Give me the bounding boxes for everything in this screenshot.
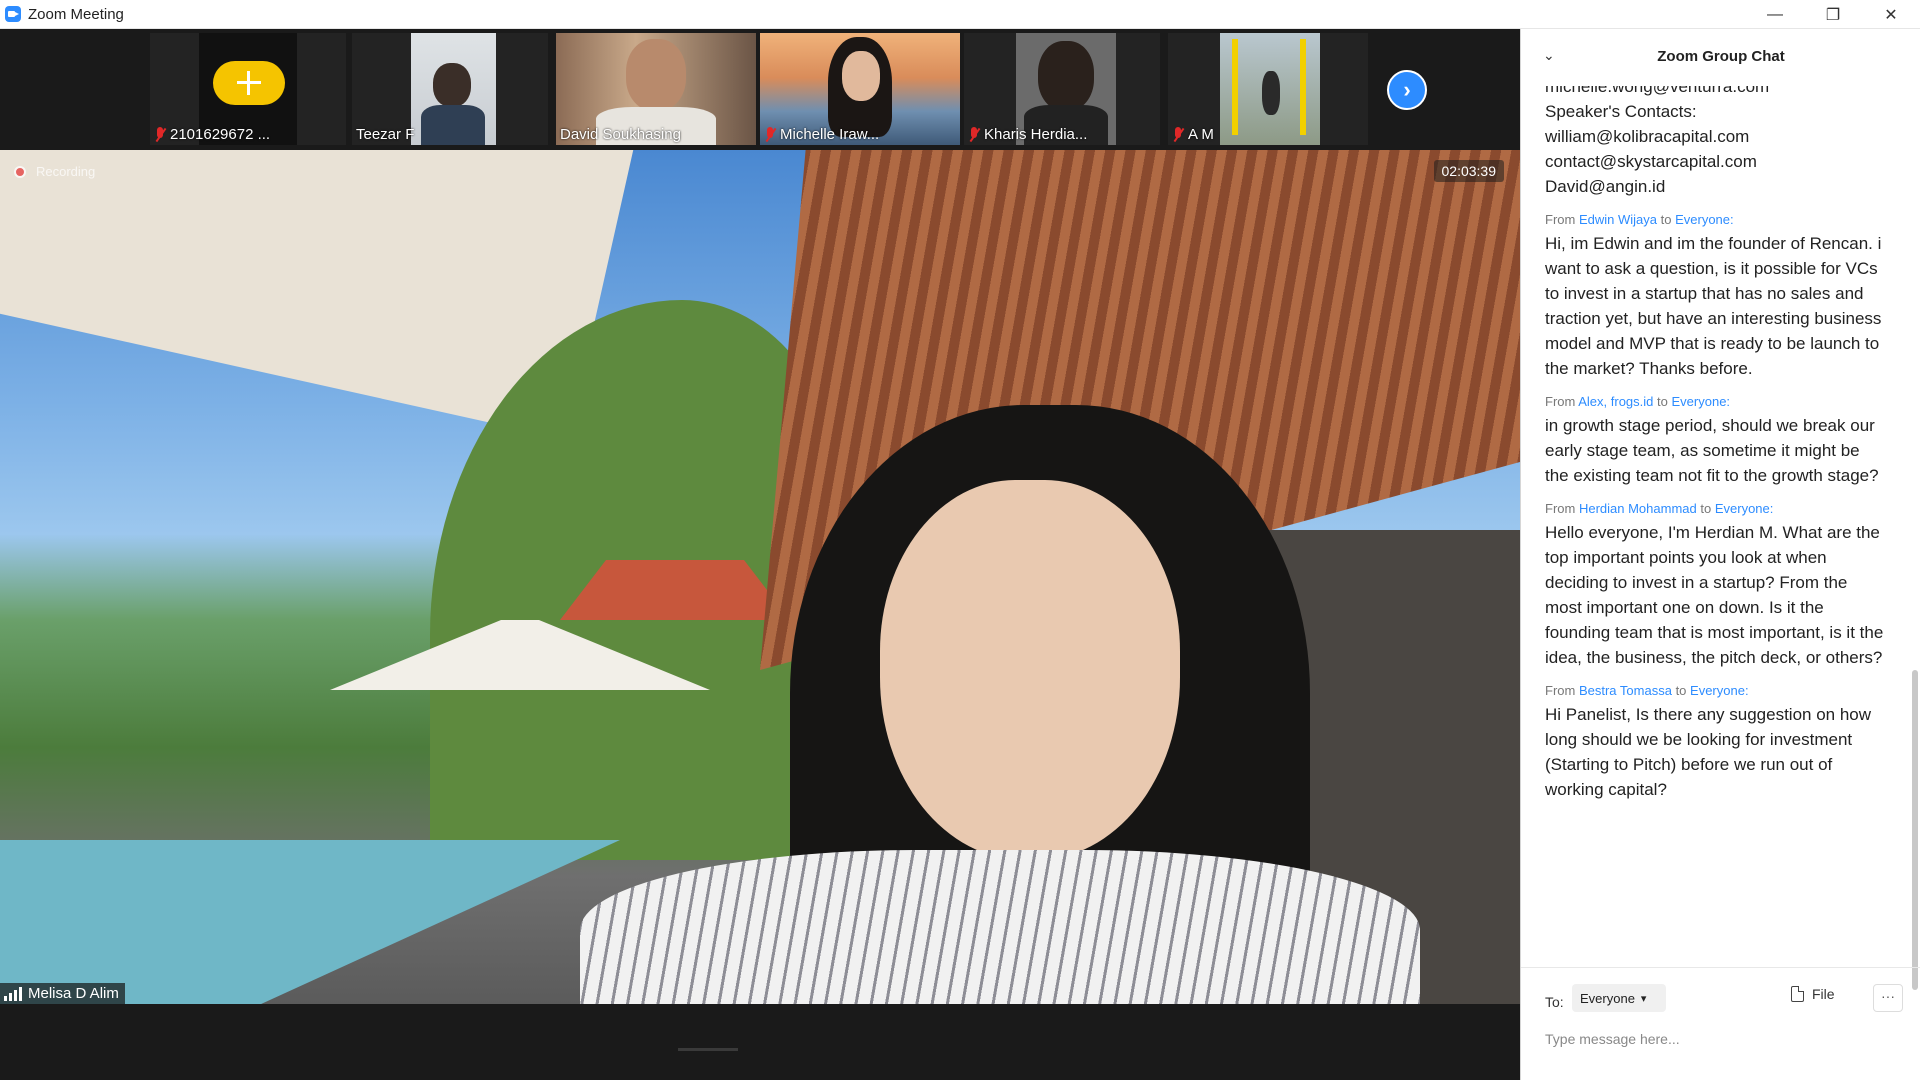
chat-message: From Bestra Tomassa to Everyone: Hi Pane… [1545, 680, 1885, 802]
message-text: Hi, im Edwin and im the founder of Renca… [1545, 234, 1882, 378]
speaker-name-label: Melisa D Alim [0, 983, 125, 1004]
chat-message: From Herdian Mohammad to Everyone: Hello… [1545, 498, 1885, 670]
recipient-name[interactable]: Everyone: [1690, 683, 1749, 698]
chat-message: From Alex, frogs.id to Everyone: in grow… [1545, 391, 1885, 488]
chat-title: Zoom Group Chat [1657, 47, 1785, 65]
recipient-name[interactable]: Everyone: [1672, 394, 1731, 409]
participant-name: 2101629672 ... [154, 126, 270, 143]
chat-message: From Edwin Wijaya to Everyone: Hi, im Ed… [1545, 209, 1885, 381]
participant-thumbnail[interactable]: Michelle Iraw... [760, 33, 960, 145]
participant-thumbnail[interactable]: A M [1168, 33, 1368, 145]
zoom-logo-icon [5, 6, 21, 22]
chat-header: ⌄ Zoom Group Chat [1521, 29, 1920, 83]
chat-messages[interactable]: michelle.wong@venturra.com Speaker's Con… [1545, 86, 1885, 986]
meeting-controls-bar [0, 1004, 1520, 1080]
muted-mic-icon [1172, 126, 1184, 143]
message-text: Hi Panelist, Is there any suggestion on … [1545, 705, 1872, 799]
add-icon [213, 61, 285, 105]
participant-thumbnail[interactable]: Kharis Herdia... [964, 33, 1160, 145]
file-icon [1791, 986, 1804, 1002]
muted-mic-icon [764, 126, 776, 143]
participant-video [411, 33, 496, 145]
participant-name: Kharis Herdia... [968, 126, 1087, 143]
message-text: Hello everyone, I'm Herdian M. What are … [1545, 523, 1884, 667]
message-meta: From Alex, frogs.id to Everyone: [1545, 394, 1731, 409]
chevron-right-icon[interactable]: › [1387, 70, 1427, 110]
window-controls: — ❐ ✕ [1746, 0, 1920, 29]
message-meta: From Herdian Mohammad to Everyone: [1545, 501, 1774, 516]
chat-composer: To: Everyone ▾ File ··· [1521, 967, 1920, 1080]
chat-scrollbar[interactable] [1912, 114, 1918, 994]
participant-name: Teezar F [356, 126, 415, 143]
message-meta: From Bestra Tomassa to Everyone: [1545, 683, 1749, 698]
chat-panel: ⌄ Zoom Group Chat michelle.wong@venturra… [1520, 29, 1920, 1080]
participant-name: A M [1172, 126, 1214, 143]
participant-thumbnail[interactable]: David Soukhasing [556, 33, 756, 145]
participant-thumbnail[interactable]: 2101629672 ... [150, 33, 346, 145]
sender-name[interactable]: Edwin Wijaya [1579, 212, 1657, 227]
muted-mic-icon [968, 126, 980, 143]
participant-video [1220, 33, 1320, 145]
message-text: in growth stage period, should we break … [1545, 416, 1879, 485]
participant-name: Michelle Iraw... [764, 126, 879, 143]
recipient-name[interactable]: Everyone: [1715, 501, 1774, 516]
restore-button[interactable]: ❐ [1804, 0, 1862, 29]
scrollbar-thumb[interactable] [1912, 670, 1918, 990]
sender-name[interactable]: Alex, frogs.id [1578, 394, 1653, 409]
window-title: Zoom Meeting [28, 5, 124, 23]
signal-strength-icon [4, 986, 22, 1001]
resize-handle[interactable] [678, 1048, 738, 1051]
participant-name: David Soukhasing [560, 126, 681, 143]
participant-thumbnail[interactable]: Teezar F [352, 33, 548, 145]
chevron-down-icon[interactable]: ⌄ [1543, 47, 1555, 64]
more-options-button[interactable]: ··· [1873, 984, 1903, 1012]
message-meta: From Edwin Wijaya to Everyone: [1545, 212, 1734, 227]
recording-indicator: Recording [14, 164, 95, 179]
to-label: To: [1545, 994, 1564, 1010]
close-button[interactable]: ✕ [1862, 0, 1920, 29]
recipient-dropdown[interactable]: Everyone ▾ [1572, 984, 1666, 1012]
title-bar: Zoom Meeting — ❐ ✕ [0, 0, 1920, 29]
video-area: 2101629672 ... Teezar F David Soukhasing [0, 29, 1520, 1080]
chat-message-continuation: michelle.wong@venturra.com Speaker's Con… [1545, 86, 1770, 196]
recording-icon [14, 165, 26, 178]
sender-name[interactable]: Bestra Tomassa [1579, 683, 1672, 698]
recipient-name[interactable]: Everyone: [1675, 212, 1734, 227]
message-input[interactable] [1545, 1026, 1895, 1052]
meeting-timer: 02:03:39 [1433, 160, 1504, 182]
minimize-button[interactable]: — [1746, 0, 1804, 29]
muted-mic-icon [154, 126, 166, 143]
file-button[interactable]: File [1791, 986, 1835, 1002]
participant-strip: 2101629672 ... Teezar F David Soukhasing [0, 29, 1520, 150]
sender-name[interactable]: Herdian Mohammad [1579, 501, 1697, 516]
chevron-down-icon: ▾ [1640, 992, 1647, 1005]
active-speaker-video: Recording 02:03:39 Melisa D Alim [0, 150, 1520, 1004]
